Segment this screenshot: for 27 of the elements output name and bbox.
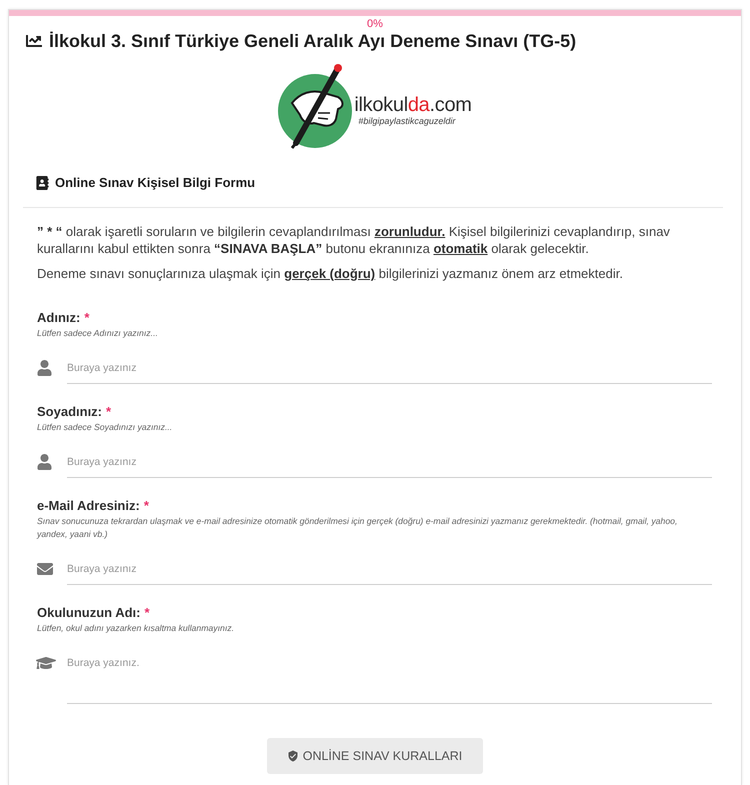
user-icon (37, 360, 52, 376)
shield-check-icon (286, 749, 299, 763)
intro-text: Deneme sınavı sonuçlarınıza ulaşmak için gerçek (doğru) bilgilerinizi yazmanız önem arz etmektedir. (37, 265, 624, 282)
envelope-icon (35, 561, 55, 577)
user-icon (37, 454, 52, 470)
field-hint: Lütfen sadece Soyadınızı yazınız... (37, 421, 174, 434)
field-hint: Lütfen sadece Adınızı yazınız... (37, 327, 159, 340)
graduation-cap-icon (36, 655, 56, 671)
textarea-field[interactable]: Buraya yazınız. (67, 647, 712, 704)
field-hint: Sınav sonucunuza tekrardan ulaşmak ve e-mail adresinize otomatik gönderilmesi için gerçek (doğru) e-mail adresinizi yazmanız gerekmektedir. (hotmail, gmail, yahoo, yandex, yaani vb.) (37, 515, 678, 541)
field-label: Adınız: * (37, 310, 90, 326)
input-field[interactable]: Buraya yazınız (67, 446, 712, 478)
page-title: İlkokul 3. Sınıf Türkiye Geneli Aralık Ayı Deneme Sınavı (TG-5) (49, 30, 576, 52)
rules-button[interactable]: ONLİNE SINAV KURALLARI (266, 738, 482, 774)
brand-name: ilkokulda.com (354, 94, 472, 116)
field-hint: Lütfen, okul adını yazarken kısaltma kullanmayınız. (37, 622, 236, 635)
brand-tagline: #bilgipaylastikcaguzeldir (358, 116, 456, 126)
progress-percent: 0% (366, 18, 384, 30)
field-label: Okulunuzun Adı: * (37, 605, 150, 621)
line-chart-icon (25, 33, 43, 49)
field-label: e-Mail Adresiniz: * (37, 498, 149, 514)
field-label: Soyadınız: * (37, 404, 112, 420)
input-field[interactable]: Buraya yazınız (67, 352, 712, 384)
form-heading: Online Sınav Kişisel Bilgi Formu (55, 174, 256, 192)
input-field[interactable]: Buraya yazınız (67, 553, 712, 585)
intro-text: ” * “ olarak işaretli soruların ve bilgilerin cevaplandırılması zorunludur. Kişisel bilgilerinizi cevaplandırıp, sınav kurallarını kabul ettikten sonra “SINAVA BAŞLA” butonu ekranınıza otomatik olarak gelecektir. (37, 223, 671, 257)
address-book-icon (36, 176, 49, 190)
